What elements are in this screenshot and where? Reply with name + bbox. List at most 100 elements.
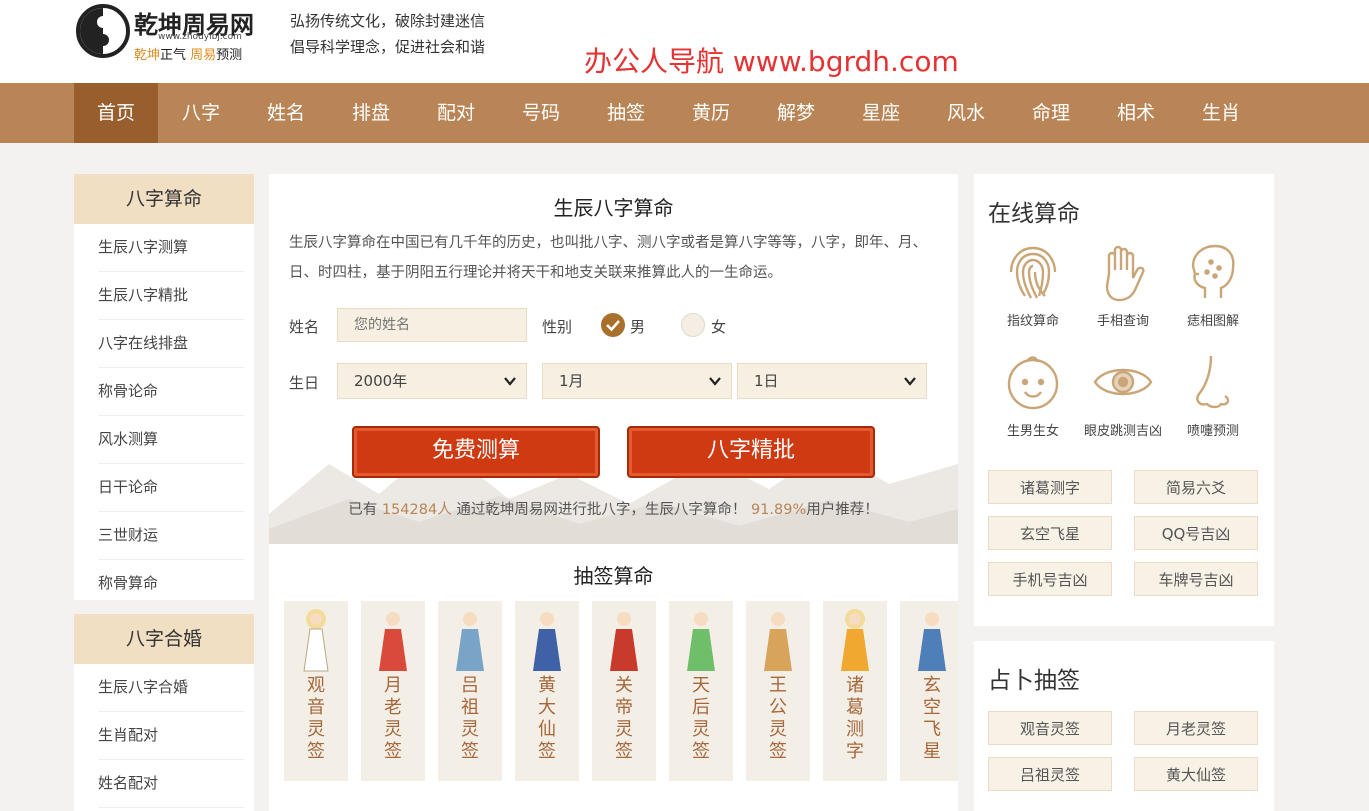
qq-number-button[interactable]: QQ号吉凶 <box>1134 516 1258 550</box>
guanyin-lot-button[interactable]: 观音灵签 <box>988 711 1112 745</box>
free-calc-button[interactable]: 免费测算 <box>352 426 600 478</box>
sidebar-item[interactable]: 八字在线排盘 <box>98 320 244 368</box>
lvzu-lot-button[interactable]: 吕祖灵签 <box>988 757 1112 791</box>
liuyao-button[interactable]: 简易六爻 <box>1134 470 1258 504</box>
nav-item-shengxiao[interactable]: 生肖 <box>1179 83 1263 143</box>
yin-yang-logo-icon[interactable] <box>76 4 130 58</box>
nav-item-almanac[interactable]: 黄历 <box>669 83 753 143</box>
lot-card-guandi[interactable]: 关帝灵签 <box>592 601 656 781</box>
site-header: 乾坤周易网 www.zhouyibj.com 乾坤正气 周易预测 弘扬传统文化，… <box>0 0 1369 83</box>
sidebar-item[interactable]: 生辰八字精批 <box>98 272 244 320</box>
month-select[interactable]: 1月 <box>542 363 732 399</box>
sidebar-item[interactable]: 生辰八字合婚 <box>98 664 244 712</box>
lot-card-zhuge[interactable]: 诸葛测字 <box>823 601 887 781</box>
bazi-description: 生辰八字算命在中国已有几千年的历史，也叫批八字、测八字或者是算八字等等，八字，即… <box>289 235 927 281</box>
gender-predict-link[interactable]: 生男生女 <box>988 350 1078 439</box>
icon-label: 喷嚏预测 <box>1186 424 1239 439</box>
usage-stats: 已有 154284人 通过乾坤周易网进行批八字，生辰八字算命！ 91.89%用户… <box>348 502 879 518</box>
nav-item-zodiac[interactable]: 星座 <box>839 83 923 143</box>
huangdaxian-figure-icon <box>533 612 561 671</box>
sidebar-item[interactable]: 日干论命 <box>98 464 244 512</box>
lot-card-label: 黄大仙签 <box>538 675 556 762</box>
lot-card-label: 天后灵签 <box>692 675 710 762</box>
online-fortune-title: 在线算命 <box>988 201 1080 227</box>
sidebar-heading: 八字合婚 <box>74 614 254 664</box>
name-input[interactable] <box>337 308 527 342</box>
zhuge-figure-icon <box>841 609 869 671</box>
nav-item-physiognomy[interactable]: 相术 <box>1094 83 1178 143</box>
sidebar-item[interactable]: 生辰八字测算 <box>98 224 244 272</box>
lot-card-guanyin[interactable]: 观音灵签 <box>284 601 348 781</box>
zhuge-test-button[interactable]: 诸葛测字 <box>988 470 1112 504</box>
sidebar-item[interactable]: 称骨算命 <box>98 560 244 607</box>
icon-label: 手相查询 <box>1096 314 1149 329</box>
name-label: 姓名 <box>289 318 320 336</box>
lot-card-label: 关帝灵签 <box>615 675 633 762</box>
nav-item-bazi[interactable]: 八字 <box>159 83 243 143</box>
divination-title: 占卜抽签 <box>988 668 1080 694</box>
detailed-reading-button[interactable]: 八字精批 <box>627 426 875 478</box>
fingerprint-icon <box>1009 246 1057 299</box>
icon-label: 生男生女 <box>1006 424 1059 439</box>
nav-item-match[interactable]: 配对 <box>414 83 498 143</box>
baby-face-icon <box>1007 356 1059 410</box>
sidebar-item[interactable]: 姓名配对 <box>98 760 244 808</box>
lot-card-label: 王公灵签 <box>769 675 787 762</box>
nav-item-fate[interactable]: 命理 <box>1009 83 1093 143</box>
lot-card-huangdaxian[interactable]: 黄大仙签 <box>515 601 579 781</box>
sidebar-item[interactable]: 生肖配对 <box>98 712 244 760</box>
lot-card-label: 吕祖灵签 <box>461 675 479 762</box>
gender-female-label: 女 <box>711 318 727 336</box>
eye-twitch-link[interactable]: 眼皮跳测吉凶 <box>1078 350 1168 439</box>
nav-item-number[interactable]: 号码 <box>499 83 583 143</box>
nav-item-draw[interactable]: 抽签 <box>584 83 668 143</box>
watermark-text: 办公人导航 www.bgrdh.com <box>584 45 959 78</box>
chevron-down-icon <box>504 377 516 386</box>
guandi-figure-icon <box>610 612 638 671</box>
lot-card-xuankong[interactable]: 玄空飞星 <box>900 601 958 781</box>
yuelao-lot-button[interactable]: 月老灵签 <box>1134 711 1258 745</box>
phone-number-button[interactable]: 手机号吉凶 <box>988 562 1112 596</box>
sidebar-item[interactable]: 称骨论命 <box>98 368 244 416</box>
nav-item-home[interactable]: 首页 <box>74 83 158 143</box>
lot-card-wanggong[interactable]: 王公灵签 <box>746 601 810 781</box>
sidebar-item[interactable]: 风水测算 <box>98 416 244 464</box>
yuelao-figure-icon <box>379 612 407 671</box>
nav-item-fengshui[interactable]: 风水 <box>924 83 1008 143</box>
nav-item-paipan[interactable]: 排盘 <box>329 83 413 143</box>
sneeze-link[interactable]: 喷嚏预测 <box>1168 350 1258 439</box>
nose-icon <box>1196 355 1230 409</box>
wanggong-figure-icon <box>764 612 792 671</box>
sidebar-item[interactable]: 三世财运 <box>98 512 244 560</box>
gender-female-radio[interactable] <box>681 313 705 337</box>
face-mole-icon <box>1191 244 1235 298</box>
nav-item-name[interactable]: 姓名 <box>244 83 328 143</box>
lot-card-label: 诸葛测字 <box>846 675 864 762</box>
mole-link[interactable]: 痣相图解 <box>1168 240 1258 329</box>
nav-item-dream[interactable]: 解梦 <box>754 83 838 143</box>
eye-icon <box>1093 368 1153 396</box>
gender-male-radio[interactable] <box>601 313 625 337</box>
lot-card-lvzu[interactable]: 吕祖灵签 <box>438 601 502 781</box>
chevron-down-icon <box>709 377 721 386</box>
gender-label: 性别 <box>542 318 573 336</box>
bazi-main-panel: 生辰八字算命 生辰八字算命在中国已有几千年的历史，也叫批八字、测八字或者是算八字… <box>269 174 958 811</box>
xuankong-button[interactable]: 玄空飞星 <box>988 516 1112 550</box>
icon-label: 眼皮跳测吉凶 <box>1083 424 1162 439</box>
site-url: www.zhouyibj.com <box>158 32 242 42</box>
icon-label: 指纹算命 <box>1006 314 1059 329</box>
bazi-title: 生辰八字算命 <box>553 196 674 220</box>
day-select[interactable]: 1日 <box>737 363 927 399</box>
lot-card-label: 月老灵签 <box>384 675 402 762</box>
logo-slogan: 乾坤正气 周易预测 <box>134 48 243 63</box>
huangdaxian-lot-button[interactable]: 黄大仙签 <box>1134 757 1258 791</box>
divination-box: 占卜抽签 观音灵签 月老灵签 吕祖灵签 黄大仙签 <box>974 641 1274 811</box>
lot-card-tianhou[interactable]: 天后灵签 <box>669 601 733 781</box>
lot-card-label: 玄空飞星 <box>923 675 941 762</box>
year-select[interactable]: 2000年 <box>337 363 527 399</box>
lvzu-figure-icon <box>456 612 484 671</box>
lot-card-yuelao[interactable]: 月老灵签 <box>361 601 425 781</box>
palm-link[interactable]: 手相查询 <box>1078 240 1168 329</box>
license-plate-button[interactable]: 车牌号吉凶 <box>1134 562 1258 596</box>
fingerprint-link[interactable]: 指纹算命 <box>988 240 1078 329</box>
